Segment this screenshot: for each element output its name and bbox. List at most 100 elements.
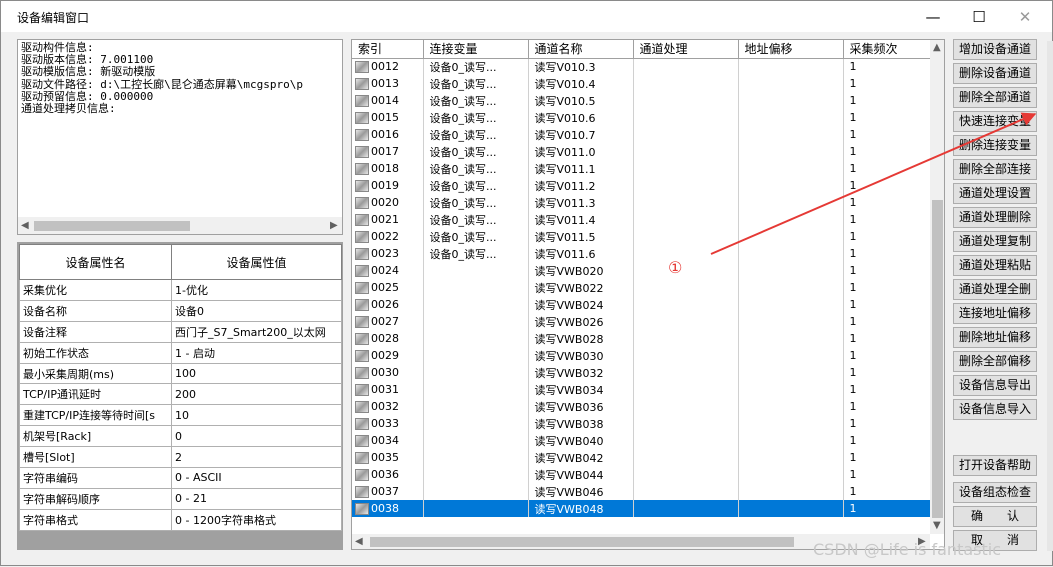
cell-link-var[interactable]: 设备0_读写... <box>423 75 529 92</box>
channel-row[interactable]: 0021 设备0_读写... 读写V011.4 1 <box>352 211 931 228</box>
cell-channel-name[interactable]: 读写VWB042 <box>528 449 634 466</box>
cell-addr-offset[interactable] <box>738 194 844 211</box>
cell-link-var[interactable]: 设备0_读写... <box>423 143 529 160</box>
channel-row[interactable]: 0016 设备0_读写... 读写V010.7 1 <box>352 126 931 143</box>
channel-row[interactable]: 0028 读写VWB028 1 <box>352 330 931 347</box>
cell-link-var[interactable] <box>423 364 529 381</box>
scroll-left-icon[interactable]: ◀ <box>21 221 29 231</box>
cell-channel-name[interactable]: 读写V011.4 <box>528 211 634 228</box>
cell-freq[interactable]: 1 <box>843 126 931 143</box>
cell-channel-name[interactable]: 读写V010.5 <box>528 92 634 109</box>
cell-addr-offset[interactable] <box>738 415 844 432</box>
channel-row[interactable]: 0020 设备0_读写... 读写V011.3 1 <box>352 194 931 211</box>
cell-link-var[interactable] <box>423 296 529 313</box>
property-value[interactable]: 100 <box>171 362 342 385</box>
cell-addr-offset[interactable] <box>738 92 844 109</box>
quick-link-variable-button[interactable]: 快速连接变量 <box>953 111 1037 132</box>
export-device-info-button[interactable]: 设备信息导出 <box>953 375 1037 396</box>
cell-freq[interactable]: 1 <box>843 262 931 279</box>
minimize-button[interactable]: — <box>910 1 956 32</box>
scroll-down-icon[interactable]: ▼ <box>933 521 941 531</box>
cell-channel-proc[interactable] <box>633 160 739 177</box>
property-value[interactable]: 0 <box>171 425 342 448</box>
cell-channel-name[interactable]: 读写V011.1 <box>528 160 634 177</box>
cell-channel-name[interactable]: 读写V011.2 <box>528 177 634 194</box>
property-row[interactable]: 最小采集周期(ms) 100 <box>19 362 342 385</box>
cell-index[interactable]: 0014 <box>352 92 424 109</box>
cell-freq[interactable]: 1 <box>843 228 931 245</box>
cell-freq[interactable]: 1 <box>843 160 931 177</box>
cell-channel-name[interactable]: 读写VWB022 <box>528 279 634 296</box>
cell-freq[interactable]: 1 <box>843 177 931 194</box>
info-hscrollbar[interactable]: ◀ ▶ <box>18 217 342 234</box>
cell-link-var[interactable]: 设备0_读写... <box>423 126 529 143</box>
cell-index[interactable]: 0028 <box>352 330 424 347</box>
cell-freq[interactable]: 1 <box>843 449 931 466</box>
cell-link-var[interactable] <box>423 262 529 279</box>
cell-index[interactable]: 0026 <box>352 296 424 313</box>
close-button[interactable]: ✕ <box>1002 1 1048 32</box>
cell-addr-offset[interactable] <box>738 347 844 364</box>
grid-hscroll-thumb[interactable] <box>370 537 794 547</box>
cell-channel-name[interactable]: 读写VWB046 <box>528 483 634 500</box>
cell-channel-proc[interactable] <box>633 500 739 517</box>
cell-channel-proc[interactable] <box>633 415 739 432</box>
scroll-up-icon[interactable]: ▲ <box>933 43 941 53</box>
cell-index[interactable]: 0013 <box>352 75 424 92</box>
scroll-right-icon[interactable]: ▶ <box>330 221 338 231</box>
cell-channel-proc[interactable] <box>633 109 739 126</box>
col-channel-name-header[interactable]: 通道名称 <box>528 40 634 59</box>
grid-vscrollbar[interactable]: ▲ ▼ <box>930 40 944 534</box>
cell-freq[interactable]: 1 <box>843 245 931 262</box>
channel-row[interactable]: 0013 设备0_读写... 读写V010.4 1 <box>352 75 931 92</box>
cell-channel-name[interactable]: 读写VWB040 <box>528 432 634 449</box>
cell-channel-name[interactable]: 读写VWB026 <box>528 313 634 330</box>
cell-index[interactable]: 0035 <box>352 449 424 466</box>
cell-freq[interactable]: 1 <box>843 92 931 109</box>
channel-row[interactable]: 0036 读写VWB044 1 <box>352 466 931 483</box>
cell-addr-offset[interactable] <box>738 466 844 483</box>
cell-index[interactable]: 0027 <box>352 313 424 330</box>
cell-channel-name[interactable]: 读写VWB030 <box>528 347 634 364</box>
link-addr-offset-button[interactable]: 连接地址偏移 <box>953 303 1037 324</box>
cell-link-var[interactable] <box>423 313 529 330</box>
maximize-button[interactable]: ☐ <box>956 1 1002 32</box>
channel-row[interactable]: 0017 设备0_读写... 读写V011.0 1 <box>352 143 931 160</box>
cell-addr-offset[interactable] <box>738 313 844 330</box>
device-config-check-button[interactable]: 设备组态检查 <box>953 482 1037 503</box>
col-index-header[interactable]: 索引 <box>352 40 424 59</box>
channel-row[interactable]: 0031 读写VWB034 1 <box>352 381 931 398</box>
scroll-left-icon[interactable]: ◀ <box>355 537 363 547</box>
cell-channel-name[interactable]: 读写V010.3 <box>528 58 634 75</box>
channel-row[interactable]: 0022 设备0_读写... 读写V011.5 1 <box>352 228 931 245</box>
cell-channel-name[interactable]: 读写VWB020 <box>528 262 634 279</box>
cell-channel-proc[interactable] <box>633 92 739 109</box>
channel-row[interactable]: 0018 设备0_读写... 读写V011.1 1 <box>352 160 931 177</box>
cell-channel-proc[interactable] <box>633 279 739 296</box>
property-value[interactable]: 200 <box>171 383 342 406</box>
cell-freq[interactable]: 1 <box>843 313 931 330</box>
cell-link-var[interactable]: 设备0_读写... <box>423 177 529 194</box>
cell-index[interactable]: 0012 <box>352 58 424 75</box>
cell-index[interactable]: 0033 <box>352 415 424 432</box>
cell-channel-proc[interactable] <box>633 143 739 160</box>
cell-channel-proc[interactable] <box>633 228 739 245</box>
cell-channel-name[interactable]: 读写V011.6 <box>528 245 634 262</box>
col-link-var-header[interactable]: 连接变量 <box>423 40 529 59</box>
delete-all-offsets-button[interactable]: 删除全部偏移 <box>953 351 1037 372</box>
cell-channel-name[interactable]: 读写VWB044 <box>528 466 634 483</box>
cell-link-var[interactable] <box>423 483 529 500</box>
cell-index[interactable]: 0032 <box>352 398 424 415</box>
cell-link-var[interactable] <box>423 432 529 449</box>
cell-addr-offset[interactable] <box>738 398 844 415</box>
cell-channel-name[interactable]: 读写VWB032 <box>528 364 634 381</box>
property-value[interactable]: 10 <box>171 404 342 427</box>
channel-row[interactable]: 0034 读写VWB040 1 <box>352 432 931 449</box>
cell-channel-name[interactable]: 读写V010.7 <box>528 126 634 143</box>
cell-link-var[interactable] <box>423 415 529 432</box>
cell-channel-proc[interactable] <box>633 449 739 466</box>
cell-channel-proc[interactable] <box>633 330 739 347</box>
cell-channel-proc[interactable] <box>633 177 739 194</box>
cell-addr-offset[interactable] <box>738 75 844 92</box>
property-row[interactable]: 槽号[Slot] 2 <box>19 446 342 469</box>
